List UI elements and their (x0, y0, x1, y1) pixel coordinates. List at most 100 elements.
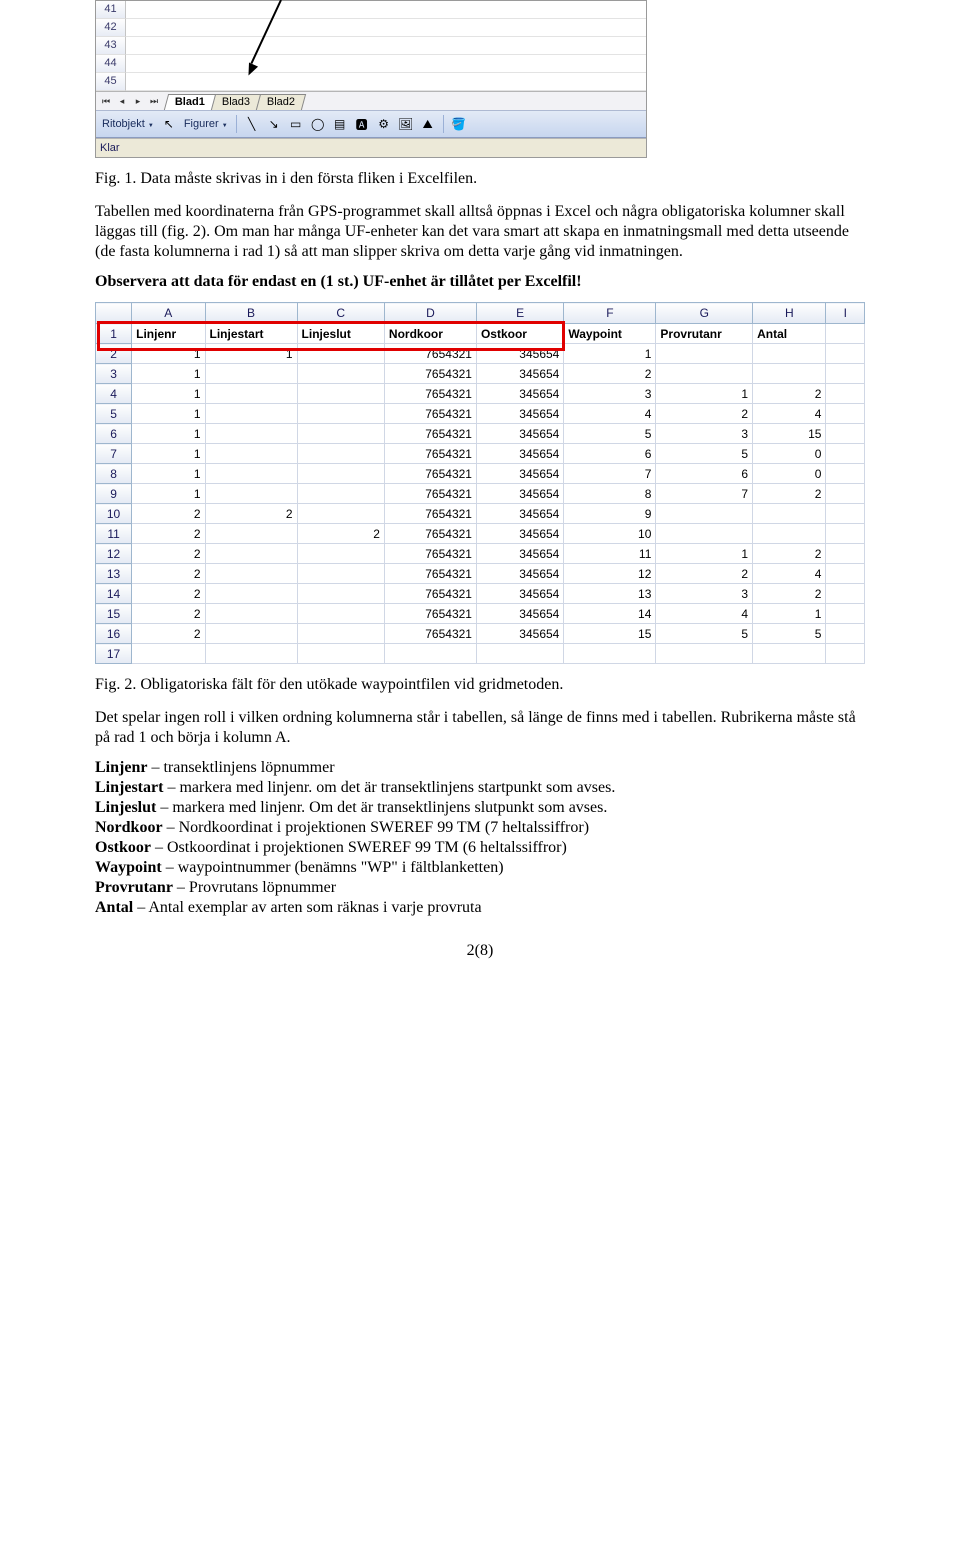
column-header[interactable]: F (564, 303, 656, 324)
header-cell[interactable]: Linjenr (132, 324, 205, 344)
cell[interactable] (297, 584, 384, 604)
row-number[interactable]: 11 (96, 524, 132, 544)
cell[interactable] (297, 364, 384, 384)
cell[interactable] (205, 524, 297, 544)
cell[interactable] (297, 504, 384, 524)
cell[interactable]: 12 (564, 564, 656, 584)
sheet-tab-blad2[interactable]: Blad2 (256, 94, 306, 110)
cell[interactable] (656, 364, 753, 384)
cell[interactable]: 7654321 (384, 344, 476, 364)
cell[interactable] (826, 484, 865, 504)
cell[interactable]: 4 (564, 404, 656, 424)
cell[interactable] (826, 624, 865, 644)
cell[interactable] (826, 524, 865, 544)
row-number[interactable]: 10 (96, 504, 132, 524)
row-number[interactable]: 2 (96, 344, 132, 364)
cell[interactable]: 5 (656, 444, 753, 464)
cell[interactable] (297, 644, 384, 664)
cell[interactable]: 1 (564, 344, 656, 364)
cell[interactable] (132, 644, 205, 664)
row-number[interactable]: 14 (96, 584, 132, 604)
row-number[interactable]: 9 (96, 484, 132, 504)
cell[interactable] (826, 644, 865, 664)
cell[interactable]: 7654321 (384, 464, 476, 484)
cell[interactable]: 2 (132, 624, 205, 644)
cell[interactable] (126, 19, 646, 37)
cell[interactable]: 7654321 (384, 504, 476, 524)
header-cell[interactable]: Provrutanr (656, 324, 753, 344)
cell[interactable]: 2 (132, 504, 205, 524)
cell[interactable]: 1 (132, 344, 205, 364)
cell[interactable] (826, 464, 865, 484)
cell[interactable]: 1 (656, 384, 753, 404)
cell[interactable]: 345654 (476, 504, 563, 524)
cell[interactable] (205, 624, 297, 644)
cell[interactable] (297, 384, 384, 404)
row-number[interactable]: 3 (96, 364, 132, 384)
cell[interactable] (826, 324, 865, 344)
cell[interactable]: 13 (564, 584, 656, 604)
cell[interactable]: 345654 (476, 564, 563, 584)
pointer-icon[interactable]: ↖ (160, 115, 178, 133)
cell[interactable] (297, 444, 384, 464)
cell[interactable]: 4 (753, 404, 826, 424)
row-number[interactable]: 17 (96, 644, 132, 664)
cell[interactable]: 345654 (476, 404, 563, 424)
cell[interactable]: 345654 (476, 484, 563, 504)
cell[interactable]: 0 (753, 444, 826, 464)
cell[interactable]: 1 (753, 604, 826, 624)
cell[interactable]: 2 (656, 404, 753, 424)
diagram-icon[interactable]: ⚙ (375, 115, 393, 133)
cell[interactable] (297, 404, 384, 424)
cell[interactable] (826, 504, 865, 524)
arrow-icon[interactable]: ↘ (265, 115, 283, 133)
cell[interactable]: 10 (564, 524, 656, 544)
cell[interactable]: 7654321 (384, 584, 476, 604)
cell[interactable]: 0 (753, 464, 826, 484)
cell[interactable] (564, 644, 656, 664)
column-header[interactable]: A (132, 303, 205, 324)
figurer-menu[interactable]: Figurer ▼ (182, 118, 230, 130)
cell[interactable]: 7654321 (384, 564, 476, 584)
cell[interactable]: 345654 (476, 624, 563, 644)
cell[interactable]: 7654321 (384, 624, 476, 644)
cell[interactable]: 2 (656, 564, 753, 584)
cell[interactable] (384, 644, 476, 664)
cell[interactable] (297, 424, 384, 444)
cell[interactable] (297, 604, 384, 624)
cell[interactable]: 15 (564, 624, 656, 644)
cell[interactable] (826, 584, 865, 604)
cell[interactable]: 2 (297, 524, 384, 544)
cell[interactable]: 2 (205, 504, 297, 524)
row-number[interactable]: 13 (96, 564, 132, 584)
row-number[interactable]: 43 (96, 37, 126, 55)
cell[interactable]: 2 (753, 484, 826, 504)
column-header[interactable]: I (826, 303, 865, 324)
cell[interactable]: 4 (656, 604, 753, 624)
cell[interactable] (826, 384, 865, 404)
cell[interactable]: 2 (753, 544, 826, 564)
cell[interactable] (205, 464, 297, 484)
cell[interactable]: 7654321 (384, 444, 476, 464)
cell[interactable] (297, 624, 384, 644)
cell[interactable] (826, 604, 865, 624)
sheet-tab-blad1[interactable]: Blad1 (164, 94, 216, 110)
cell[interactable]: 1 (656, 544, 753, 564)
cell[interactable] (753, 644, 826, 664)
cell[interactable] (476, 644, 563, 664)
cell[interactable]: 345654 (476, 364, 563, 384)
cell[interactable]: 2 (753, 584, 826, 604)
row-number[interactable]: 41 (96, 1, 126, 19)
oval-icon[interactable]: ◯ (309, 115, 327, 133)
cell[interactable] (205, 444, 297, 464)
last-sheet-icon[interactable]: ⏭ (146, 94, 162, 108)
row-number[interactable]: 44 (96, 55, 126, 73)
cell[interactable]: 1 (132, 404, 205, 424)
cell[interactable]: 7654321 (384, 364, 476, 384)
cell[interactable] (826, 404, 865, 424)
cell[interactable] (205, 604, 297, 624)
cell[interactable]: 2 (132, 584, 205, 604)
cell[interactable]: 3 (656, 584, 753, 604)
cell[interactable]: 345654 (476, 584, 563, 604)
cell[interactable]: 345654 (476, 384, 563, 404)
